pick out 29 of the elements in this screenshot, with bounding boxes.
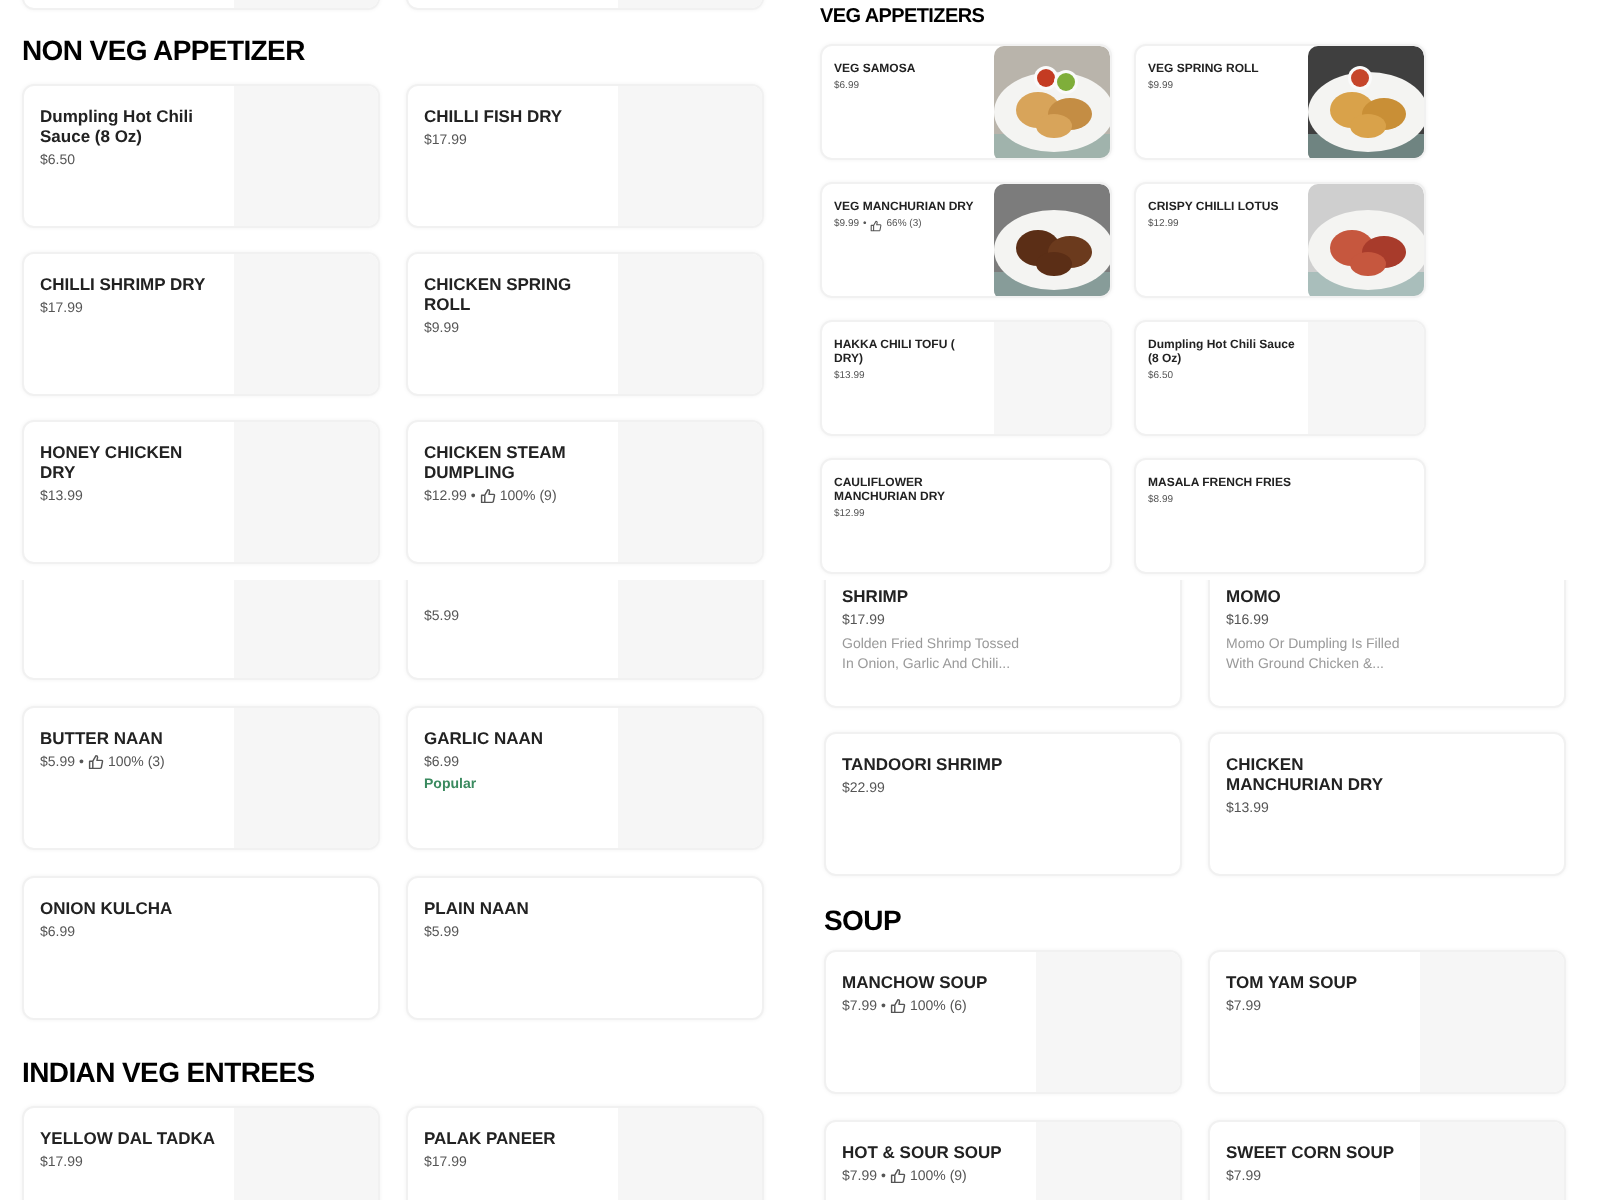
item-name: HOT & SOUR SOUP xyxy=(842,1144,1004,1164)
item-name: HONEY CHICKEN DRY xyxy=(40,444,185,484)
item-name: BUTTER NAAN xyxy=(40,730,165,750)
item-name: YELLOW DAL TADKA xyxy=(40,1130,218,1150)
item-name: MOMO xyxy=(1226,588,1283,608)
item-name: GARLIC NAAN xyxy=(424,730,545,750)
section-heading: NON VEG APPETIZER xyxy=(22,36,307,64)
item-name: ONION KULCHA xyxy=(40,900,175,920)
item-name: Dumpling Hot Chili Sauce (8 Oz) xyxy=(40,108,195,148)
thumbs-up-icon xyxy=(479,488,496,505)
thumbs-up-icon xyxy=(870,219,883,232)
item-name: CHICKEN STEAM DUMPLING xyxy=(424,444,568,484)
section-heading: SOUP xyxy=(824,906,903,934)
item-name: CHICKEN SPRING ROLL xyxy=(424,276,574,316)
thumbs-up-icon xyxy=(87,754,104,771)
item-name: PALAK PANEER xyxy=(424,1130,558,1150)
item-name: TOM YAM SOUP xyxy=(1226,974,1359,994)
item-name: SHRIMP xyxy=(842,588,911,608)
item-name: SWEET CORN SOUP xyxy=(1226,1144,1397,1164)
item-name: CHICKEN MANCHURIAN DRY xyxy=(1226,756,1386,796)
item-name: PLAIN NAAN xyxy=(424,900,531,920)
item-name: CHILLI FISH DRY xyxy=(424,108,565,128)
item-name: TANDOORI SHRIMP xyxy=(842,756,1005,776)
item-name: MANCHOW SOUP xyxy=(842,974,990,994)
thumbs-up-icon xyxy=(889,998,906,1015)
section-heading: VEG APPETIZERS xyxy=(820,8,987,28)
thumbs-up-icon xyxy=(889,1168,906,1185)
section-heading: INDIAN VEG ENTREES xyxy=(22,1058,317,1086)
item-name: CHILLI SHRIMP DRY xyxy=(40,276,208,296)
